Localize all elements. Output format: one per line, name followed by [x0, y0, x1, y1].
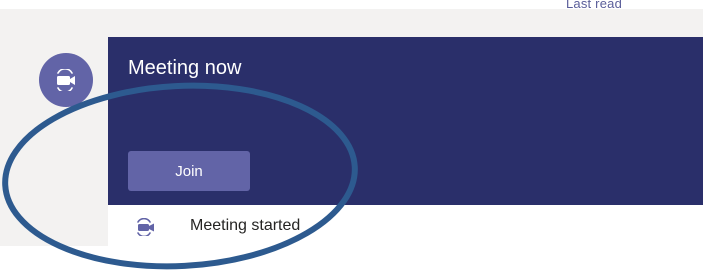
video-camera-icon — [135, 218, 159, 236]
meeting-avatar[interactable] — [39, 53, 93, 107]
video-camera-icon — [57, 69, 75, 91]
meeting-card-header: Meeting now Join — [108, 37, 703, 205]
meeting-card: Meeting now Join Meeting started — [108, 37, 703, 246]
chat-pane: Last read Meeting now Join Meeting start… — [0, 0, 703, 246]
top-strip: Last read — [0, 0, 703, 11]
last-read-label: Last read — [566, 0, 623, 11]
meeting-status-row[interactable]: Meeting started — [108, 205, 703, 246]
join-button[interactable]: Join — [128, 151, 250, 191]
meeting-title: Meeting now — [128, 57, 242, 79]
bottom-area — [0, 246, 703, 278]
meeting-status-text: Meeting started — [190, 217, 301, 234]
